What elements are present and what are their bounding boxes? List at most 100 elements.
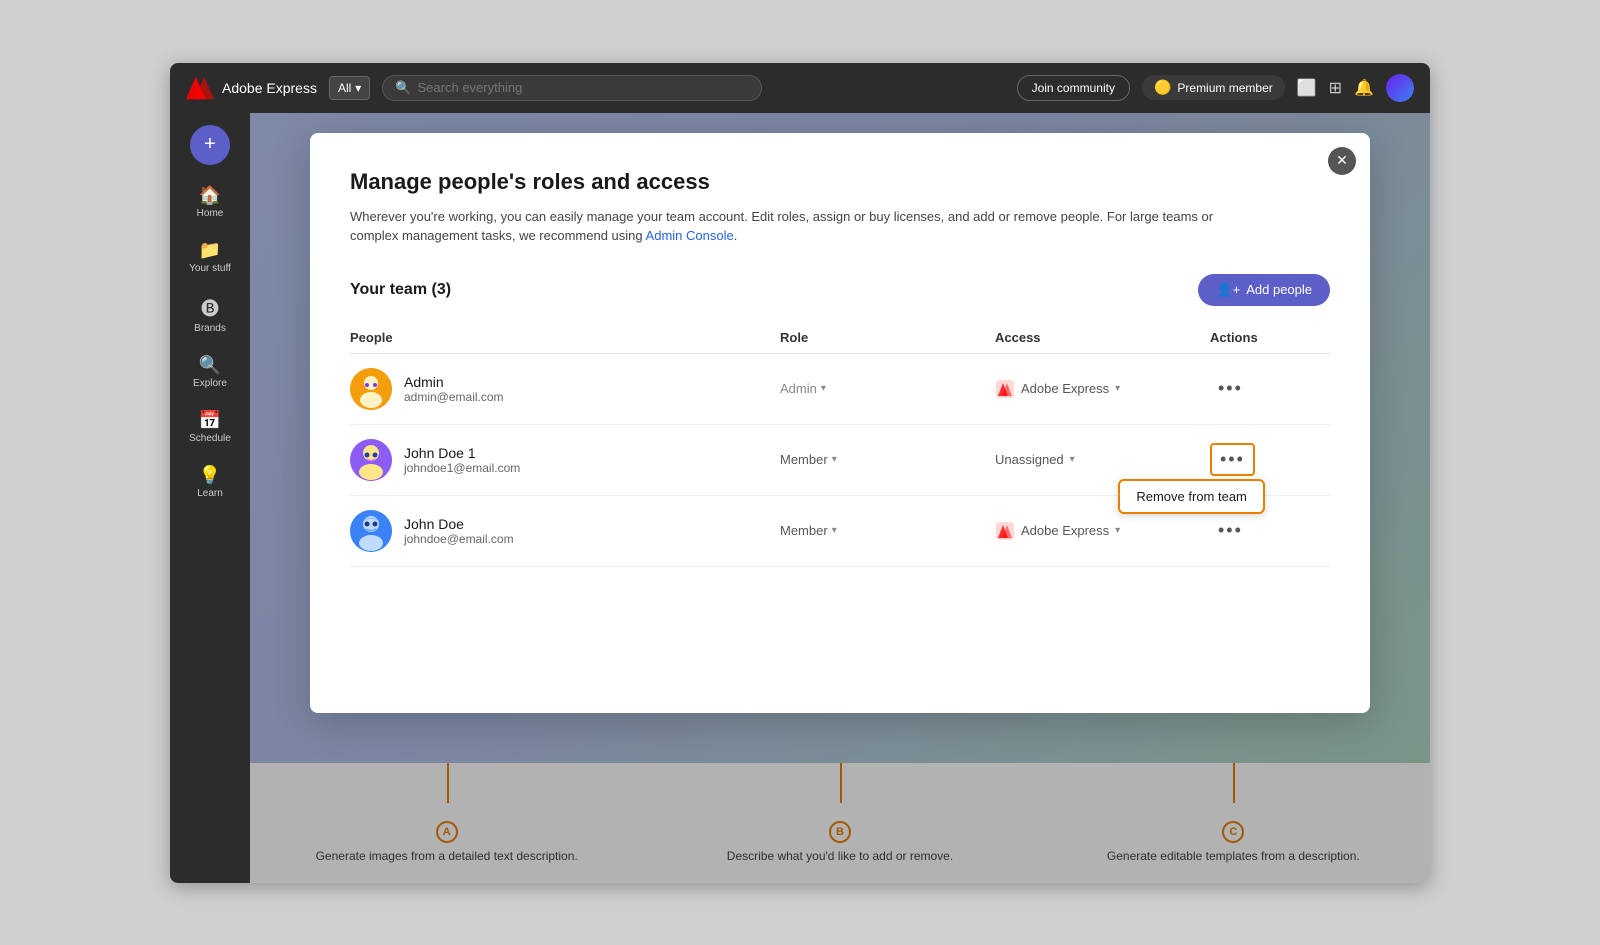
search-icon: 🔍 <box>395 80 411 96</box>
adobe-express-icon-jd <box>995 521 1015 541</box>
col-role: Role <box>780 330 995 345</box>
sidebar-item-your-stuff[interactable]: 📁 Your stuff <box>176 232 244 283</box>
person-name-jd1: John Doe 1 <box>404 445 520 461</box>
avatar-jd <box>350 510 392 552</box>
dropdown-label: All <box>338 81 351 95</box>
logo-area: Adobe Express <box>186 74 317 102</box>
actions-cell-admin: ••• <box>1210 374 1330 403</box>
schedule-icon: 📅 <box>199 410 221 431</box>
context-menu[interactable]: Remove from team <box>1118 479 1265 514</box>
sidebar-item-brands[interactable]: 🅑 Brands <box>176 287 244 343</box>
person-email-jd1: johndoe1@email.com <box>404 461 520 475</box>
actions-button-jd1[interactable]: ••• <box>1210 443 1255 476</box>
navbar-right: Join community 🟡 Premium member ⬜ ⊞ 🔔 <box>1017 74 1414 102</box>
join-community-button[interactable]: Join community <box>1017 75 1130 101</box>
adobe-logo-icon <box>186 74 214 102</box>
remove-from-team-option[interactable]: Remove from team <box>1136 489 1247 504</box>
modal-overlay: ✕ Manage people's roles and access Where… <box>250 113 1430 883</box>
sidebar-label-brands: Brands <box>194 323 226 335</box>
access-value-admin: Adobe Express <box>1021 381 1109 396</box>
person-email-admin: admin@email.com <box>404 390 504 404</box>
person-cell-admin: Admin admin@email.com <box>350 368 780 410</box>
modal-description: Wherever you're working, you can easily … <box>350 207 1250 246</box>
plus-icon: + <box>204 133 216 156</box>
premium-label: Premium member <box>1177 81 1272 95</box>
person-name-admin: Admin <box>404 374 504 390</box>
people-table: People Role Access Actions <box>350 322 1330 567</box>
modal-close-button[interactable]: ✕ <box>1328 147 1356 175</box>
sidebar-label-schedule: Schedule <box>189 433 231 445</box>
team-title: Your team (3) <box>350 281 451 299</box>
person-info-admin: Admin admin@email.com <box>404 374 504 404</box>
premium-member-badge: 🟡 Premium member <box>1142 75 1285 100</box>
add-people-button[interactable]: 👤+ Add people <box>1198 274 1330 306</box>
sidebar-label-learn: Learn <box>197 488 223 500</box>
app-container: Adobe Express All ▾ 🔍 Join community 🟡 P… <box>170 63 1430 883</box>
main-layout: + 🏠 Home 📁 Your stuff 🅑 Brands 🔍 Explore… <box>170 113 1430 883</box>
sidebar-item-schedule[interactable]: 📅 Schedule <box>176 402 244 453</box>
sidebar: + 🏠 Home 📁 Your stuff 🅑 Brands 🔍 Explore… <box>170 113 250 883</box>
category-dropdown[interactable]: All ▾ <box>329 76 370 100</box>
brands-icon: 🅑 <box>201 295 219 321</box>
learn-icon: 💡 <box>199 465 221 486</box>
search-bar[interactable]: 🔍 <box>382 75 762 101</box>
sidebar-label-explore: Explore <box>193 378 227 390</box>
avatar-admin <box>350 368 392 410</box>
user-avatar[interactable] <box>1386 74 1414 102</box>
actions-button-jd[interactable]: ••• <box>1210 516 1251 545</box>
access-value-jd: Adobe Express <box>1021 523 1109 538</box>
context-menu-wrapper: ••• Remove from team <box>1210 443 1255 476</box>
actions-cell-jd: ••• <box>1210 516 1330 545</box>
table-row: John Doe 1 johndoe1@email.com Member ▾ U… <box>350 425 1330 496</box>
sidebar-item-learn[interactable]: 💡 Learn <box>176 457 244 508</box>
role-dropdown-jd[interactable]: Member ▾ <box>780 523 995 538</box>
add-person-icon: 👤+ <box>1216 282 1240 298</box>
description-text: Wherever you're working, you can easily … <box>350 209 1213 244</box>
add-new-button[interactable]: + <box>190 125 230 165</box>
access-dropdown-admin[interactable]: Adobe Express ▾ <box>995 379 1210 399</box>
cast-icon[interactable]: ⬜ <box>1297 78 1317 98</box>
sidebar-label-your-stuff: Your stuff <box>189 263 231 275</box>
home-icon: 🏠 <box>199 185 221 206</box>
modal-dialog: ✕ Manage people's roles and access Where… <box>310 133 1370 713</box>
avatar-jd1 <box>350 439 392 481</box>
admin-console-link[interactable]: Admin Console <box>646 228 734 243</box>
chevron-down-icon: ▾ <box>355 81 361 95</box>
adobe-express-icon-admin <box>995 379 1015 399</box>
table-row: Admin admin@email.com Admin ▾ <box>350 354 1330 425</box>
col-people: People <box>350 330 780 345</box>
role-chevron-admin: ▾ <box>821 383 826 394</box>
table-header: People Role Access Actions <box>350 322 1330 354</box>
search-input[interactable] <box>418 80 750 95</box>
role-chevron-jd1: ▾ <box>832 454 837 465</box>
sidebar-item-home[interactable]: 🏠 Home <box>176 177 244 228</box>
folder-icon: 📁 <box>199 240 221 261</box>
explore-icon: 🔍 <box>199 355 221 376</box>
col-actions: Actions <box>1210 330 1330 345</box>
sidebar-item-explore[interactable]: 🔍 Explore <box>176 347 244 398</box>
actions-button-admin[interactable]: ••• <box>1210 374 1251 403</box>
person-info-jd1: John Doe 1 johndoe1@email.com <box>404 445 520 475</box>
col-access: Access <box>995 330 1210 345</box>
access-value-jd1: Unassigned <box>995 452 1064 467</box>
role-chevron-jd: ▾ <box>832 525 837 536</box>
access-dropdown-jd1[interactable]: Unassigned ▾ <box>995 452 1210 467</box>
navbar: Adobe Express All ▾ 🔍 Join community 🟡 P… <box>170 63 1430 113</box>
role-dropdown-admin[interactable]: Admin ▾ <box>780 381 995 396</box>
content-area: ✕ Manage people's roles and access Where… <box>250 113 1430 883</box>
grid-icon[interactable]: ⊞ <box>1329 78 1342 98</box>
role-value-jd1: Member <box>780 452 828 467</box>
notification-icon[interactable]: 🔔 <box>1354 78 1374 98</box>
role-value-jd: Member <box>780 523 828 538</box>
access-chevron-admin: ▾ <box>1115 383 1120 394</box>
app-title: Adobe Express <box>222 80 317 96</box>
premium-icon: 🟡 <box>1154 79 1171 96</box>
role-dropdown-jd1[interactable]: Member ▾ <box>780 452 995 467</box>
access-dropdown-jd[interactable]: Adobe Express ▾ <box>995 521 1210 541</box>
person-cell-jd1: John Doe 1 johndoe1@email.com <box>350 439 780 481</box>
person-cell-jd: John Doe johndoe@email.com <box>350 510 780 552</box>
access-chevron-jd1: ▾ <box>1070 454 1075 465</box>
add-people-label: Add people <box>1246 282 1312 297</box>
actions-cell-jd1: ••• Remove from team <box>1210 443 1330 476</box>
modal-title: Manage people's roles and access <box>350 169 1330 195</box>
